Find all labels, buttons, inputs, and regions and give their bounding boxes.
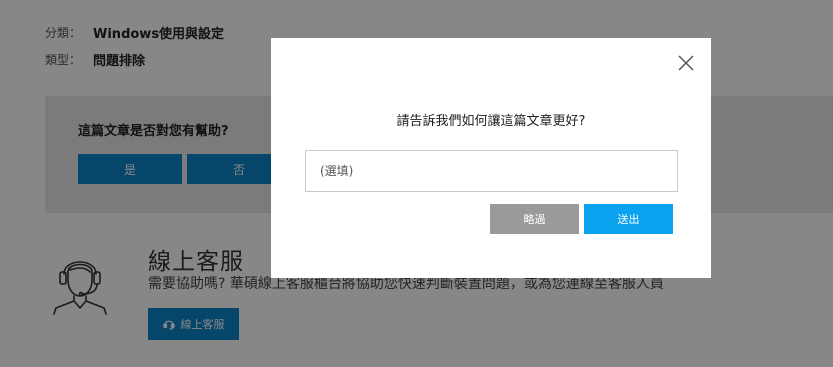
send-button[interactable]: 送出 xyxy=(584,204,673,234)
close-icon[interactable] xyxy=(677,54,695,72)
feedback-comment-input[interactable] xyxy=(305,150,678,192)
skip-button[interactable]: 略過 xyxy=(490,204,579,234)
modal-title: 請告訴我們如何讓這篇文章更好? xyxy=(396,114,586,129)
feedback-modal: 請告訴我們如何讓這篇文章更好? 略過 送出 xyxy=(271,38,711,278)
